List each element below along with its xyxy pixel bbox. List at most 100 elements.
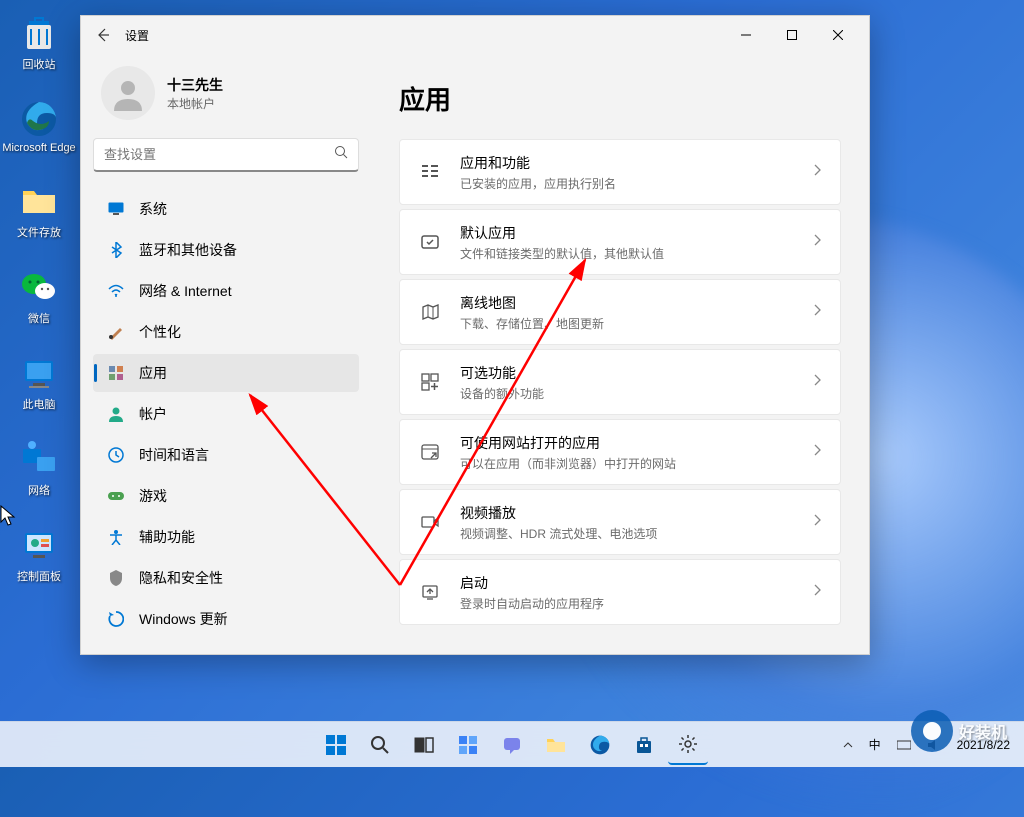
window-title: 设置 bbox=[125, 27, 149, 44]
nav-item-accessibility[interactable]: 辅助功能 bbox=[93, 518, 359, 556]
user-name: 十三先生 bbox=[167, 75, 223, 95]
desktop-icon-controlpanel[interactable]: 控制面板 bbox=[4, 520, 74, 588]
apps-icon bbox=[107, 364, 125, 382]
chevron-right-icon bbox=[814, 303, 822, 321]
sidebar: 十三先生 本地帐户 系统蓝牙和其他设备网络 & Internet 个性化应用帐户时… bbox=[81, 54, 371, 654]
maps-icon bbox=[418, 300, 442, 324]
nav-item-bluetooth[interactable]: 蓝牙和其他设备 bbox=[93, 231, 359, 269]
nav-item-label: 帐户 bbox=[139, 404, 167, 424]
startup-icon bbox=[418, 580, 442, 604]
nav-item-label: 游戏 bbox=[139, 486, 167, 506]
card-subtitle: 可以在应用（而非浏览器）中打开的网站 bbox=[460, 455, 814, 472]
tray-chevron-icon[interactable] bbox=[837, 736, 859, 754]
card-title: 应用和功能 bbox=[460, 153, 814, 173]
nav-item-label: 时间和语言 bbox=[139, 445, 209, 465]
start-button[interactable] bbox=[316, 725, 356, 765]
recycle-bin-icon bbox=[18, 12, 60, 54]
taskbar: 中 2021/8/22 bbox=[0, 721, 1024, 767]
desktop-icon-thispc[interactable]: 此电脑 bbox=[4, 348, 74, 416]
desktop-icon-network[interactable]: 网络 bbox=[4, 434, 74, 502]
back-button[interactable] bbox=[89, 21, 117, 49]
update-icon bbox=[107, 610, 125, 628]
maximize-button[interactable] bbox=[769, 20, 815, 50]
desktop-icon-wechat[interactable]: 微信 bbox=[4, 262, 74, 330]
desktop-icon-recycle[interactable]: 回收站 bbox=[4, 8, 74, 76]
default-apps-icon bbox=[418, 230, 442, 254]
nav-item-system[interactable]: 系统 bbox=[93, 190, 359, 228]
search-input[interactable] bbox=[104, 147, 334, 162]
ime-indicator[interactable]: 中 bbox=[863, 732, 887, 757]
nav-item-time[interactable]: 时间和语言 bbox=[93, 436, 359, 474]
card-maps[interactable]: 离线地图下载、存储位置、地图更新 bbox=[399, 279, 841, 345]
network-tray-icon[interactable] bbox=[891, 735, 917, 755]
card-title: 视频播放 bbox=[460, 503, 814, 523]
card-subtitle: 设备的额外功能 bbox=[460, 385, 814, 402]
page-heading: 应用 bbox=[399, 80, 841, 117]
nav-item-label: 蓝牙和其他设备 bbox=[139, 240, 237, 260]
nav-item-label: 个性化 bbox=[139, 322, 181, 342]
desktop-icons: 回收站 Microsoft Edge 文件存放 微信 此电脑 网络 控制面板 bbox=[0, 8, 78, 588]
content-area: 应用 应用和功能已安装的应用，应用执行别名默认应用文件和链接类型的默认值，其他默… bbox=[371, 54, 869, 654]
desktop-icon-label: 文件存放 bbox=[17, 224, 61, 240]
desktop-icon-label: 回收站 bbox=[23, 56, 56, 72]
account-icon bbox=[107, 405, 125, 423]
store-button[interactable] bbox=[624, 725, 664, 765]
card-startup[interactable]: 启动登录时自动启动的应用程序 bbox=[399, 559, 841, 625]
close-button[interactable] bbox=[815, 20, 861, 50]
nav-item-update[interactable]: Windows 更新 bbox=[93, 600, 359, 638]
card-title: 可选功能 bbox=[460, 363, 814, 383]
apps-features-icon bbox=[418, 160, 442, 184]
card-websites[interactable]: 可使用网站打开的应用可以在应用（而非浏览器）中打开的网站 bbox=[399, 419, 841, 485]
volume-tray-icon[interactable] bbox=[921, 735, 947, 755]
chevron-right-icon bbox=[814, 583, 822, 601]
minimize-button[interactable] bbox=[723, 20, 769, 50]
desktop-icon-edge[interactable]: Microsoft Edge bbox=[4, 94, 74, 158]
nav-item-wifi[interactable]: 网络 & Internet bbox=[93, 272, 359, 310]
card-default-apps[interactable]: 默认应用文件和链接类型的默认值，其他默认值 bbox=[399, 209, 841, 275]
task-view-button[interactable] bbox=[404, 725, 444, 765]
bluetooth-icon bbox=[107, 241, 125, 259]
nav-item-account[interactable]: 帐户 bbox=[93, 395, 359, 433]
card-subtitle: 文件和链接类型的默认值，其他默认值 bbox=[460, 245, 814, 262]
card-video[interactable]: 视频播放视频调整、HDR 流式处理、电池选项 bbox=[399, 489, 841, 555]
widgets-button[interactable] bbox=[448, 725, 488, 765]
system-icon bbox=[107, 200, 125, 218]
chat-button[interactable] bbox=[492, 725, 532, 765]
desktop-icon-label: Microsoft Edge bbox=[2, 142, 75, 154]
nav-item-personalize[interactable]: 个性化 bbox=[93, 313, 359, 351]
card-title: 离线地图 bbox=[460, 293, 814, 313]
settings-taskbar-button[interactable] bbox=[668, 725, 708, 765]
chevron-right-icon bbox=[814, 513, 822, 531]
settings-window: 设置 十三先生 本地帐户 系统蓝牙和其他设备网络 & Internet个性化应用… bbox=[80, 15, 870, 655]
folder-icon bbox=[18, 180, 60, 222]
taskbar-search-button[interactable] bbox=[360, 725, 400, 765]
card-optional[interactable]: 可选功能设备的额外功能 bbox=[399, 349, 841, 415]
nav-item-gaming[interactable]: 游戏 bbox=[93, 477, 359, 515]
websites-icon bbox=[418, 440, 442, 464]
search-box[interactable] bbox=[93, 138, 359, 172]
clock-tray[interactable]: 2021/8/22 bbox=[951, 734, 1016, 756]
card-apps-features[interactable]: 应用和功能已安装的应用，应用执行别名 bbox=[399, 139, 841, 205]
accessibility-icon bbox=[107, 528, 125, 546]
gaming-icon bbox=[107, 487, 125, 505]
chevron-right-icon bbox=[814, 163, 822, 181]
desktop-icon-label: 微信 bbox=[28, 310, 50, 326]
card-title: 启动 bbox=[460, 573, 814, 593]
wechat-icon bbox=[18, 266, 60, 308]
explorer-button[interactable] bbox=[536, 725, 576, 765]
titlebar: 设置 bbox=[81, 16, 869, 54]
edge-taskbar-button[interactable] bbox=[580, 725, 620, 765]
desktop-icon-folder[interactable]: 文件存放 bbox=[4, 176, 74, 244]
control-panel-icon bbox=[18, 524, 60, 566]
chevron-right-icon bbox=[814, 373, 822, 391]
nav-item-label: 系统 bbox=[139, 199, 167, 219]
nav-item-apps[interactable]: 应用 bbox=[93, 354, 359, 392]
system-tray: 中 2021/8/22 bbox=[837, 732, 1016, 757]
card-subtitle: 视频调整、HDR 流式处理、电池选项 bbox=[460, 525, 814, 542]
desktop-icon-label: 控制面板 bbox=[17, 568, 61, 584]
nav-item-label: Windows 更新 bbox=[139, 609, 228, 629]
card-subtitle: 下载、存储位置、地图更新 bbox=[460, 315, 814, 332]
user-block[interactable]: 十三先生 本地帐户 bbox=[93, 54, 359, 138]
personalize-icon bbox=[107, 323, 125, 341]
nav-item-privacy[interactable]: 隐私和安全性 bbox=[93, 559, 359, 597]
